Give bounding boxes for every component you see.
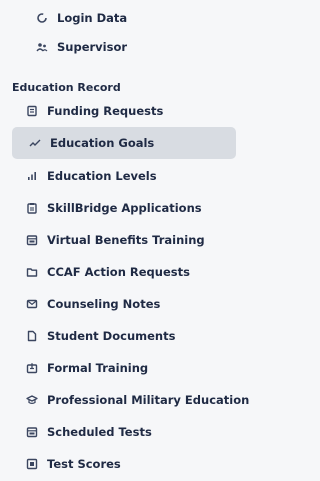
- sidebar-item-label: Login Data: [57, 11, 128, 25]
- folder-icon: [26, 266, 38, 278]
- sidebar-item-education-levels[interactable]: Education Levels: [0, 162, 244, 190]
- box-icon: [26, 362, 38, 374]
- sidebar-item-label: Supervisor: [57, 40, 128, 54]
- sidebar-nav: Login Data Supervisor Education Record F…: [0, 0, 249, 481]
- sidebar-item-formal-training[interactable]: Formal Training: [0, 354, 244, 382]
- envelope-icon: [26, 298, 38, 310]
- section-title: Education Record: [12, 81, 121, 94]
- sidebar-item-student-documents[interactable]: Student Documents: [0, 322, 244, 350]
- clipboard-icon: [26, 202, 38, 214]
- sidebar-item-scheduled-tests[interactable]: Scheduled Tests: [0, 418, 244, 446]
- sidebar-item-label: Scheduled Tests: [47, 425, 152, 439]
- sidebar-item-education-goals[interactable]: Education Goals: [12, 127, 236, 159]
- people-icon: [36, 41, 48, 53]
- scorecard-icon: [26, 458, 38, 470]
- sidebar-item-counseling-notes[interactable]: Counseling Notes: [0, 290, 244, 318]
- sidebar-item-label: Professional Military Education: [47, 393, 250, 407]
- bar-chart-icon: [26, 170, 38, 182]
- receipt-icon: [26, 105, 38, 117]
- sidebar-item-label: CCAF Action Requests: [47, 265, 190, 279]
- sidebar-item-skillbridge-applications[interactable]: SkillBridge Applications: [0, 194, 244, 222]
- calendar-icon: [26, 234, 38, 246]
- sidebar-item-label: Education Goals: [50, 136, 155, 150]
- sidebar-item-label: Funding Requests: [47, 104, 164, 118]
- sidebar-item-label: Test Scores: [47, 457, 121, 471]
- sidebar-item-supervisor[interactable]: Supervisor: [0, 33, 244, 61]
- circle-icon: [36, 12, 48, 24]
- calendar-icon: [26, 426, 38, 438]
- sidebar-item-label: Student Documents: [47, 329, 176, 343]
- sidebar-item-ccaf-action-requests[interactable]: CCAF Action Requests: [0, 258, 244, 286]
- sidebar-item-professional-military-education[interactable]: Professional Military Education: [0, 386, 249, 414]
- document-icon: [26, 330, 38, 342]
- sidebar-item-virtual-benefits-training[interactable]: Virtual Benefits Training: [0, 226, 244, 254]
- trend-line-icon: [29, 137, 41, 149]
- sidebar-item-funding-requests[interactable]: Funding Requests: [0, 97, 244, 125]
- sidebar-item-label: Formal Training: [47, 361, 149, 375]
- graduation-cap-icon: [26, 394, 38, 406]
- sidebar-item-label: Virtual Benefits Training: [47, 233, 205, 247]
- sidebar-item-label: SkillBridge Applications: [47, 201, 202, 215]
- sidebar-item-label: Counseling Notes: [47, 297, 161, 311]
- sidebar-item-test-scores[interactable]: Test Scores: [0, 450, 244, 478]
- sidebar-item-login-data[interactable]: Login Data: [0, 4, 244, 32]
- sidebar-item-label: Education Levels: [47, 169, 157, 183]
